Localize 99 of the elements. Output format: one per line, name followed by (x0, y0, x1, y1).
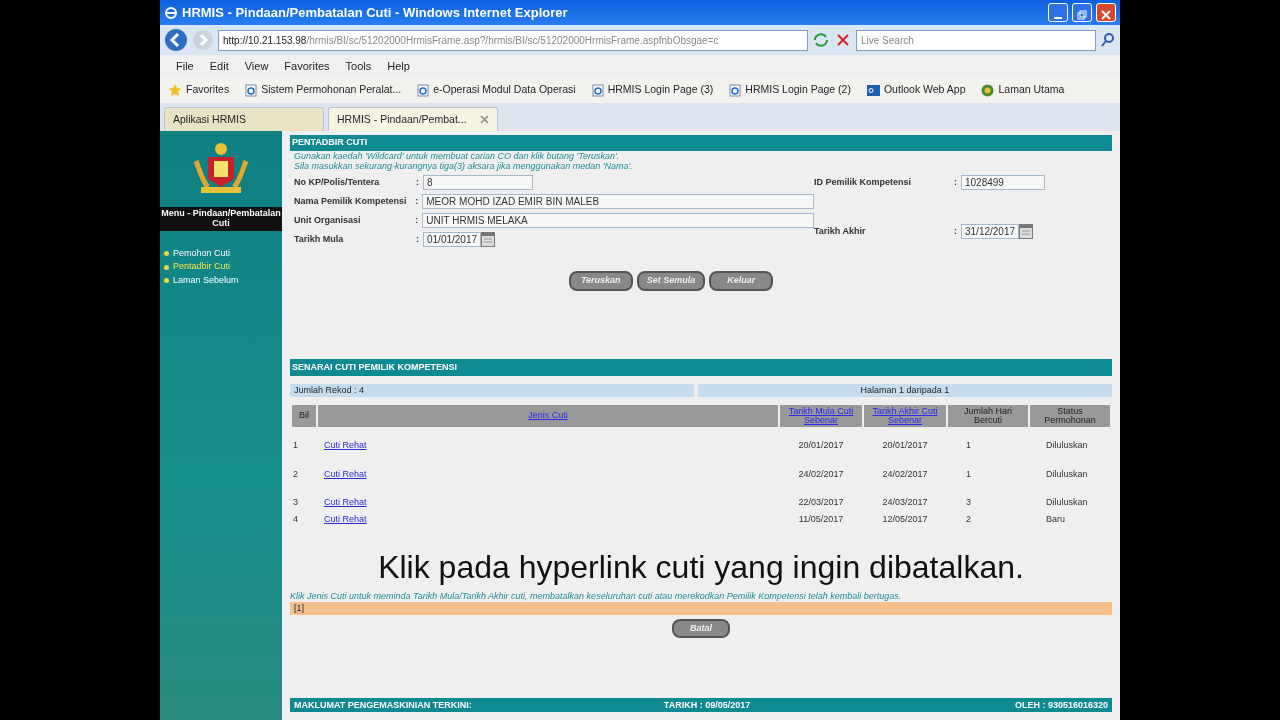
menu-title: Menu - Pindaan/Pembatalan Cuti (160, 207, 282, 231)
input-field[interactable]: UNIT HRMIS MELAKA (422, 213, 814, 229)
menu-item[interactable]: Favorites (284, 57, 330, 75)
leave-type-link[interactable]: Cuti Rehat (324, 497, 367, 508)
column-header: Bil (298, 411, 310, 421)
field-label: ID Pemilik Kompetensi (814, 175, 913, 189)
colon: : (415, 194, 420, 208)
table-cell-text: Diluluskan (1045, 496, 1089, 510)
input-field[interactable]: MEOR MOHD IZAD EMIR BIN MALEB (422, 194, 814, 210)
page-icon (729, 83, 742, 97)
sidebar-item[interactable]: Pemohon Cuti (164, 246, 278, 261)
favorites-button[interactable]: Favorites (168, 82, 230, 98)
menu-item[interactable]: Tools (345, 57, 372, 75)
back-icon[interactable] (164, 28, 188, 52)
sidebar-item[interactable]: Laman Sebelum (164, 273, 278, 288)
caption: Klik pada hyperlink cuti yang ingin dibatalkan. (377, 548, 1025, 588)
table-cell-text: 24/02/2017 (797, 467, 845, 481)
table-cell-text: 24/03/2017 (881, 496, 929, 510)
close-tab-icon[interactable] (480, 115, 489, 124)
minimize-button[interactable] (1048, 3, 1068, 22)
table-cell-text: 20/01/2017 (881, 439, 929, 453)
column-header: Status Permohonan (1043, 406, 1097, 426)
colon: : (416, 232, 420, 246)
field-label: Tarikh Mula (294, 232, 345, 246)
table-cell-text: 3 (292, 496, 299, 510)
favorite-link[interactable]: HRMIS Login Page (3) (591, 82, 714, 98)
input-field[interactable]: 01/01/2017 (423, 232, 481, 248)
section-title: SENARAI CUTI PEMILIK KOMPETENSI (290, 358, 1112, 377)
hint-text: Sila masukkan sekurang-kurangnya tiga(3) aksara jika menggunakan medan 'Nama'. (294, 160, 634, 172)
colon: : (416, 175, 420, 189)
table-cell-text: 12/05/2017 (881, 512, 929, 526)
footer-text: MAKLUMAT PENGEMASKINIAN TERKINI: (294, 699, 472, 712)
menu-item[interactable]: Help (387, 57, 410, 75)
page-icon (245, 83, 258, 97)
close-button[interactable] (1096, 3, 1116, 22)
favorite-link[interactable]: Laman Utama (981, 82, 1065, 98)
help-note: Klik Jenis Cuti untuk meminda Tarikh Mula/Tarikh Akhir cuti, membatalkan keseluruhan cuti atau merekodkan Pemilik Kompetensi telah kembali bertugas. (290, 591, 903, 602)
table-cell-text: 2 (965, 512, 972, 526)
browser-logo-icon (164, 5, 178, 20)
footer-user: OLEH : 930516016320 (1014, 699, 1108, 712)
window-title: HRMIS - Pindaan/Pembatalan Cuti - Windows Internet Explorer (182, 3, 568, 22)
minimize-icon (1054, 16, 1062, 19)
colon: : (954, 224, 958, 238)
table-cell-text: 22/03/2017 (797, 496, 845, 510)
table-cell-text: 4 (292, 512, 299, 526)
page-icon (591, 83, 604, 97)
favorite-link[interactable]: HRMIS Login Page (2) (729, 82, 851, 98)
section-title: PENTADBIR CUTI (290, 135, 1112, 151)
menu-item[interactable]: View (244, 57, 269, 75)
calendar-icon[interactable] (481, 232, 495, 248)
close-icon (1101, 9, 1111, 20)
table-cell-text: 20/01/2017 (797, 439, 845, 453)
page-icon (417, 83, 430, 97)
table-cell-text: Diluluskan (1045, 439, 1089, 453)
menu-item[interactable]: File (176, 57, 194, 75)
table-cell-text: 3 (965, 496, 972, 510)
input-field[interactable]: 31/12/2017 (961, 224, 1019, 240)
favorite-link[interactable]: Outlook Web App (866, 82, 966, 98)
table-cell-text: Diluluskan (1045, 467, 1089, 481)
search-field[interactable]: Live Search (856, 29, 1096, 51)
column-header: Jumlah Hari Bercuti (963, 406, 1013, 426)
favorite-link[interactable]: Sistem Permohonan Peralat... (245, 82, 402, 98)
pager[interactable]: [1] (290, 601, 1112, 615)
input-field[interactable]: 8 (423, 175, 533, 191)
browser-tab[interactable]: HRMIS - Pindaan/Pembat... (328, 107, 498, 131)
colon: : (954, 175, 958, 189)
refresh-icon[interactable] (812, 31, 830, 49)
browser-tab[interactable]: Aplikasi HRMIS (164, 107, 324, 131)
table-cell-text: Baru (1045, 512, 1066, 526)
sidebar-item[interactable]: Pentadbir Cuti (164, 260, 278, 274)
favorite-link[interactable]: e-Operasi Modul Data Operasi (417, 82, 576, 98)
leave-type-link[interactable]: Cuti Rehat (324, 440, 367, 451)
field-label: Unit Organisasi (294, 213, 362, 227)
field-label: Tarikh Akhir (814, 224, 867, 238)
hint-text: Gunakan kaedah 'Wildcard' untuk membuat carian CO dan klik butang 'Teruskan'. (294, 150, 621, 161)
footer-date: TARIKH : 09/05/2017 (663, 699, 751, 712)
leave-type-link[interactable]: Cuti Rehat (324, 468, 367, 479)
input-field[interactable]: 1028499 (961, 175, 1045, 191)
leave-type-link[interactable]: Cuti Rehat (324, 513, 367, 524)
page-info: Halaman 1 daripada 1 (697, 384, 1112, 398)
table-cell-text: 1 (965, 467, 972, 481)
table-cell-text: 1 (292, 439, 299, 453)
site-icon (981, 83, 995, 97)
calendar-icon[interactable] (1019, 224, 1033, 240)
menu-item[interactable]: Edit (209, 57, 229, 75)
table-cell-text: 24/02/2017 (881, 467, 929, 481)
record-count: Jumlah Rekod : 4 (290, 384, 694, 398)
colon: : (415, 213, 420, 227)
mail-app-icon (866, 83, 880, 97)
table-cell-text: 1 (965, 439, 972, 453)
star-icon (168, 83, 182, 97)
table-cell-text: 11/05/2017 (797, 512, 845, 526)
table-cell-text: 2 (292, 467, 299, 481)
field-label: No KP/Polis/Tentera (294, 175, 381, 189)
address-field[interactable]: http://10.21.153.98/hrmis/BI/sc/51202000HrmisFrame.asp?/hrmis/BI/sc/51202000HrmisFrame.aspfnbObsgae=c (218, 29, 808, 51)
field-label: Nama Pemilik Kompetensi (294, 194, 408, 208)
search-icon[interactable] (1100, 32, 1116, 48)
restore-icon (1077, 9, 1087, 20)
restore-button[interactable] (1072, 3, 1092, 22)
